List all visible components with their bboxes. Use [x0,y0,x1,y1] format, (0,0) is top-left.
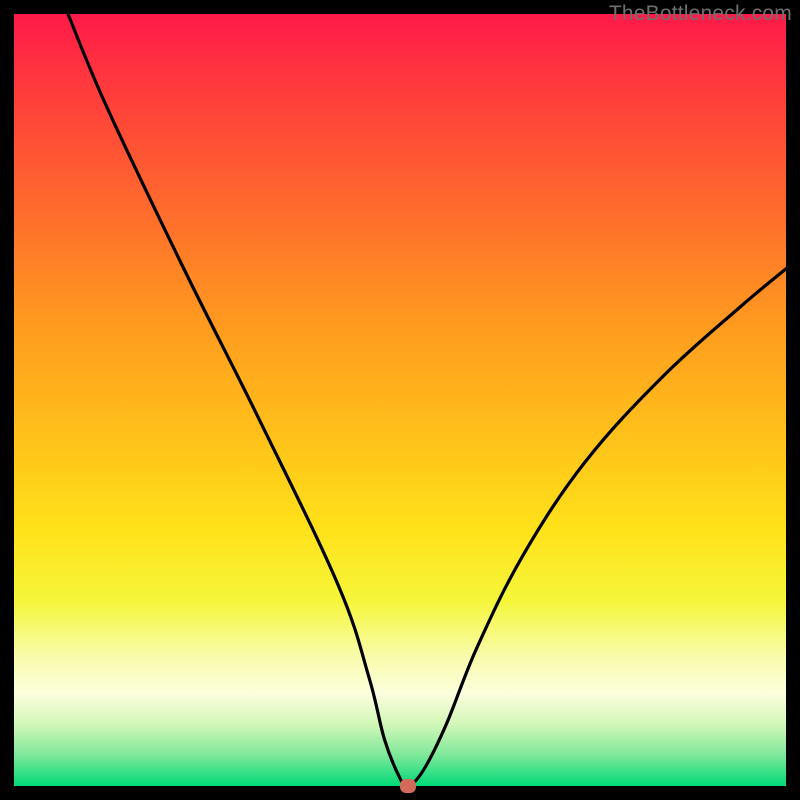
bottleneck-curve-svg [14,14,786,786]
bottleneck-curve [68,14,786,786]
watermark-text: TheBottleneck.com [609,2,792,26]
optimal-point-marker [400,779,416,793]
